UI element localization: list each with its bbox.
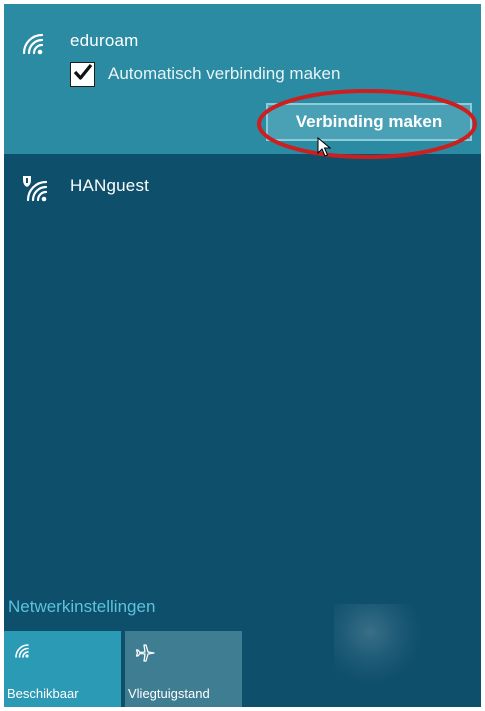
wifi-icon <box>14 643 32 664</box>
blurred-tile-placeholder <box>334 604 424 684</box>
tile-available[interactable]: Beschikbaar <box>4 631 121 707</box>
auto-connect-label: Automatisch verbinding maken <box>108 64 341 83</box>
network-flyout: eduroam Automatisch verbinding maken Ver… <box>4 4 481 707</box>
network-item-hanguest[interactable]: HANguest <box>4 162 481 214</box>
checkmark-icon <box>73 63 93 86</box>
wifi-unsecured-icon <box>20 174 54 207</box>
network-item-eduroam[interactable]: eduroam Automatisch verbinding maken Ver… <box>4 4 481 159</box>
airplane-icon <box>135 643 155 668</box>
tile-label: Beschikbaar <box>7 686 79 701</box>
tile-label: Vliegtuigstand <box>128 686 210 701</box>
mouse-cursor-icon <box>317 136 332 162</box>
network-name: HANguest <box>70 176 150 195</box>
auto-connect-checkbox[interactable] <box>70 62 95 87</box>
tile-airplane-mode[interactable]: Vliegtuigstand <box>125 631 242 707</box>
connect-button[interactable]: Verbinding maken <box>266 103 472 141</box>
network-settings-link[interactable]: Netwerkinstellingen <box>8 597 155 617</box>
wifi-signal-icon <box>20 31 50 62</box>
network-name: eduroam <box>70 31 139 50</box>
